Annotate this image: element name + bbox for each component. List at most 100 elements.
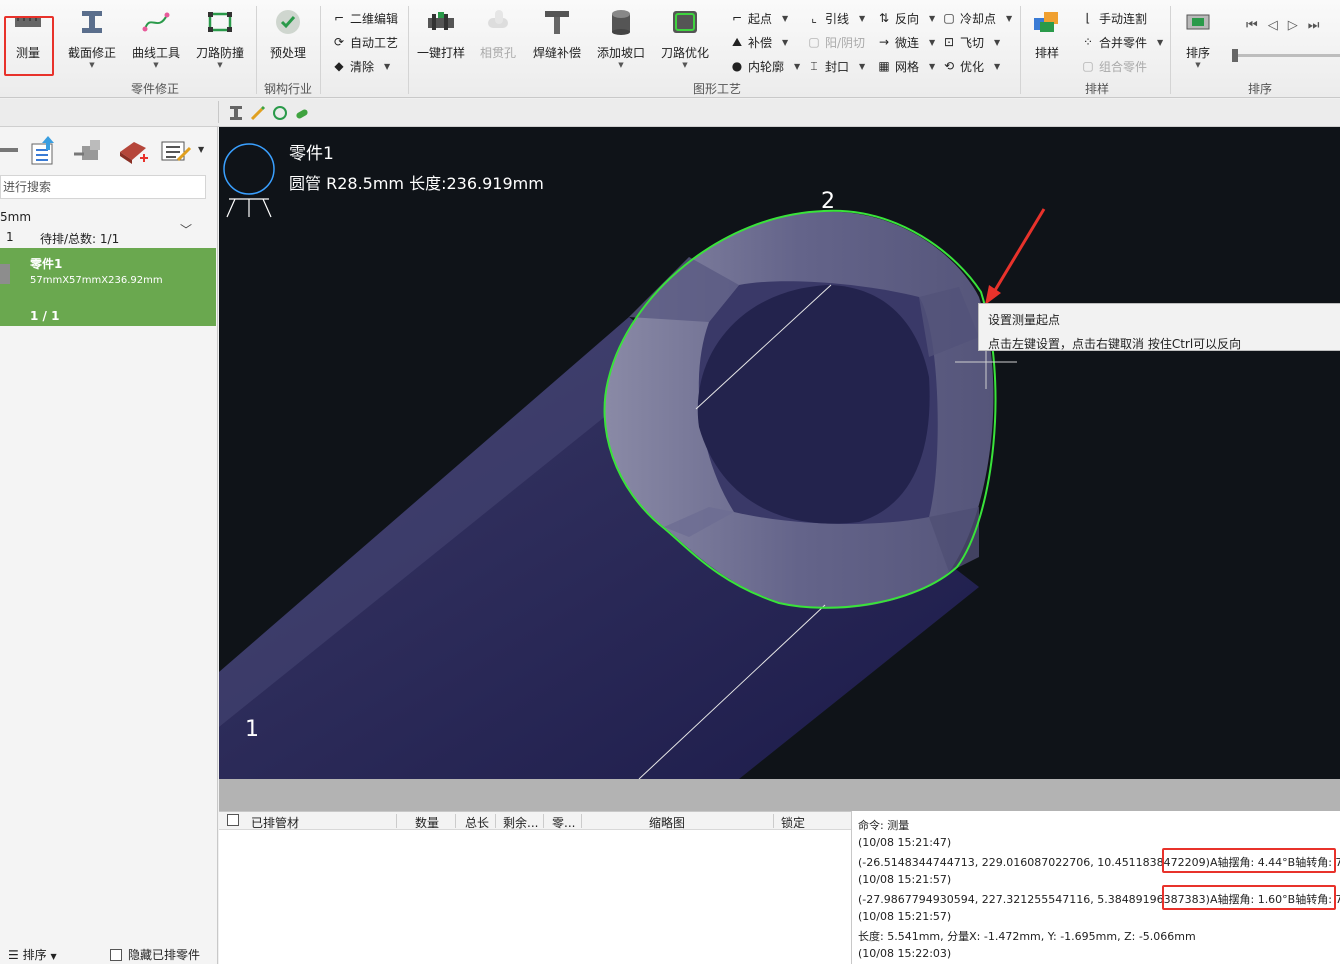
inner-contour-button[interactable]: ● 内轮廓 ▼ [729,56,800,76]
cmd-line: (10/08 15:21:47) [858,836,952,849]
group-expand-icon[interactable]: ﹀ [180,221,192,238]
col-quantity[interactable]: 数量 [415,814,439,831]
next-frame-icon[interactable]: ▷ [1288,18,1308,33]
arrow-box-icon[interactable] [72,134,106,166]
first-frame-icon[interactable]: ⏮ [1246,18,1268,33]
section-fix-label: 截面修正 [67,46,116,60]
weld-comp-label: 焊缝补偿 [532,46,581,60]
path-opt-button[interactable]: 刀路优化 ▼ [658,6,712,76]
nest-button[interactable]: 排样 [1028,6,1066,76]
select-all-checkbox[interactable] [227,814,239,826]
measure-tooltip: 设置测量起点 点击左键设置，点击右键取消 按住Ctrl可以反向 [978,303,1340,351]
fly-cut-button[interactable]: ⊡ 飞切 ▼ [941,32,1000,52]
lead-icon: ⌞ [811,11,817,25]
sort-dropdown[interactable]: ☰ 排序 ▼ [8,946,57,963]
one-key-sample-button[interactable]: 一键打样 [414,6,468,76]
edit-list-icon[interactable] [160,134,194,166]
clear-label: 清除 [350,59,375,74]
lead-label: 引线 [825,11,850,26]
3d-viewport[interactable]: 零件1 圆管 R28.5mm 长度:236.919mm 1 2 设置测量起点 点… [219,127,1340,779]
start-point-button[interactable]: ⌐ 起点 ▼ [729,8,788,28]
slider-handle[interactable] [1232,49,1238,62]
optimize-label: 优化 [960,59,985,74]
sort-button[interactable]: 排序 ▼ [1182,6,1214,76]
last-frame-icon[interactable]: ⏭ [1308,18,1330,33]
nest-blocks-icon [1031,6,1063,38]
pen-icon[interactable] [250,105,266,121]
compensate-label: 补偿 [748,35,773,50]
col-lock[interactable]: 锁定 [781,814,805,831]
prev-frame-icon[interactable]: ◁ [1268,18,1288,33]
path-opt-label: 刀路优化 [660,46,709,60]
collision-icon [204,6,236,38]
edit-2d-label: 二维编辑 [350,11,399,26]
group-separator [408,6,409,94]
compensate-button[interactable]: ⛰ 补偿 ▼ [729,32,788,52]
parts-panel-footer: ☰ 排序 ▼ 隐藏已排零件 [0,942,218,964]
seal-label: 封口 [825,59,850,74]
endpoint-label-2: 2 [821,189,835,214]
auto-process-button[interactable]: ⟳ 自动工艺 [331,32,398,52]
col-divider [773,814,774,828]
square-icon: ▢ [808,35,820,49]
start-point-label: 起点 [748,11,773,26]
col-total-length[interactable]: 总长 [465,814,489,831]
col-thumbnail[interactable]: 缩略图 [649,814,685,831]
tool-collision-button[interactable]: 刀路防撞 ▼ [194,6,246,76]
import-list-icon[interactable] [28,134,62,166]
cmd-line: (10/08 15:21:57) [858,910,952,923]
weld-comp-button[interactable]: 焊缝补偿 [530,6,584,76]
grid-icon: ▦ [878,59,890,73]
manual-cut-button[interactable]: ⌊ 手动连割 [1080,8,1147,28]
cylinder-tool-icon[interactable] [294,105,310,121]
combine-parts-button[interactable]: ▢ 组合零件 [1080,56,1147,76]
group-sort-label: 排序 [1247,82,1272,96]
add-bevel-button[interactable]: 添加坡口 ▼ [594,6,648,76]
chevron-down-icon[interactable]: ▼ [198,145,204,154]
measure-highlight-box [4,16,54,76]
chevron-down-icon: ▼ [50,952,57,961]
section-fix-button[interactable]: 截面修正 ▼ [66,6,118,76]
seal-button[interactable]: ⌶ 封口 ▼ [806,56,865,76]
through-hole-button[interactable]: 相贯孔 [478,6,518,76]
reverse-button[interactable]: ⇅ 反向 ▼ [876,8,935,28]
chevron-down-icon: ▼ [153,61,159,69]
sort-progress-slider[interactable] [1232,49,1340,62]
checkbox[interactable] [110,948,122,961]
chevron-down-icon: ▼ [859,61,866,71]
micro-connect-button[interactable]: → 微连 ▼ [876,32,935,52]
preprocess-button[interactable]: 预处理 [268,6,308,76]
col-parts[interactable]: 零... [552,814,575,831]
part-count: 1 / 1 [30,309,60,323]
yin-yang-cut-button[interactable]: ▢ 阳/阴切 [806,32,865,52]
ibeam-small-icon[interactable] [228,105,244,121]
part-list-item[interactable]: 零件1 57mmX57mmX236.92mm 1 / 1 [0,248,216,326]
chevron-down-icon: ▼ [618,61,624,69]
merge-parts-button[interactable]: ⁘ 合并零件 ▼ [1080,32,1163,52]
add-part-icon[interactable] [116,134,150,166]
cmd-line: 长度: 5.541mm, 分量X: -1.472mm, Y: -1.695mm,… [858,930,1196,943]
circle-tool-icon[interactable] [272,105,288,121]
optimize-button[interactable]: ⟲ 优化 ▼ [941,56,1000,76]
grid-button[interactable]: ▦ 网格 ▼ [876,56,935,76]
group-separator [1020,6,1021,94]
path-rect-icon [669,6,701,38]
cool-point-button[interactable]: ▢ 冷却点 ▼ [941,8,1012,28]
edit-2d-button[interactable]: ⌐ 二维编辑 [331,8,398,28]
group-separator [1170,6,1171,94]
col-divider [455,814,456,828]
sort-board-icon [1182,6,1214,38]
col-nested-pipe[interactable]: 已排管材 [251,814,299,831]
endpoint-label-1: 1 [245,717,259,742]
hide-nested-checkbox[interactable]: 隐藏已排零件 [110,946,200,963]
nested-pipes-table: 已排管材 数量 总长 剩余... 零... 缩略图 锁定 [219,811,851,964]
chevron-down-icon: ▼ [1006,13,1013,23]
col-remaining[interactable]: 剩余... [503,814,538,831]
chevron-down-icon: ▼ [782,37,789,47]
chevron-down-icon: ▼ [1157,37,1164,47]
reverse-label: 反向 [895,11,920,26]
parts-search-input[interactable]: 进行搜索 [0,175,206,199]
clear-button[interactable]: ◆ 清除 ▼ [331,56,390,76]
lead-button[interactable]: ⌞ 引线 ▼ [806,8,865,28]
curve-tool-button[interactable]: 曲线工具 ▼ [130,6,182,76]
